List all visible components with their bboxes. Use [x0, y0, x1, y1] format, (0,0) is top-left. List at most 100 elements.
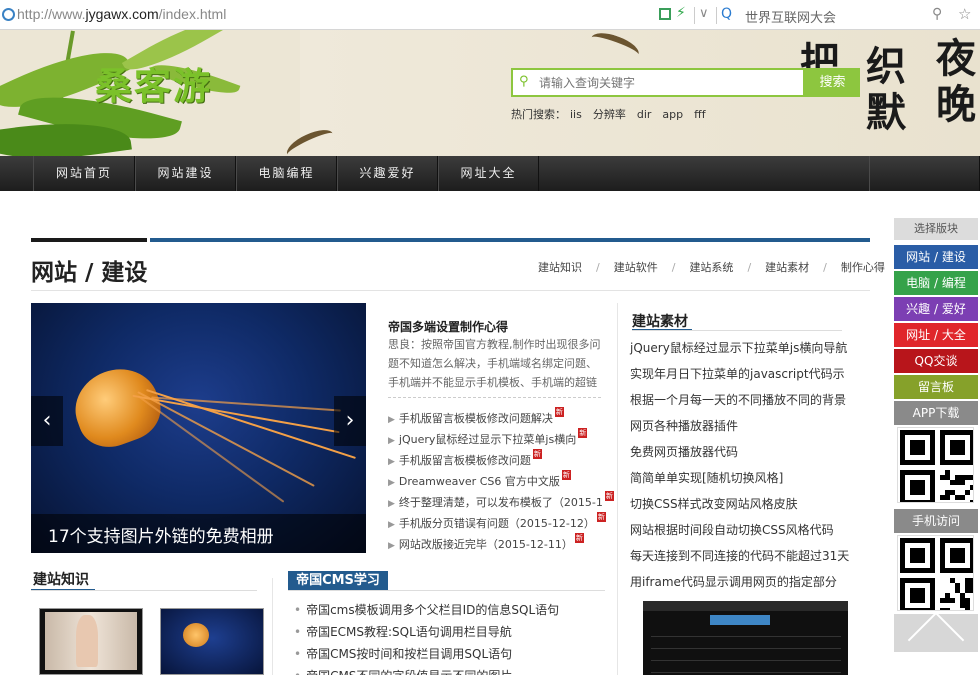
- article-link[interactable]: 手机版留言板模板修改问题解决: [399, 412, 553, 425]
- nav-item-programming[interactable]: 电脑编程: [236, 156, 337, 191]
- materials-link[interactable]: 用iframe代码显示调用网页的指定部分: [630, 573, 837, 590]
- cms-title[interactable]: 帝国CMS学习: [288, 571, 388, 591]
- subnav-link[interactable]: 建站软件: [614, 261, 658, 274]
- materials-link[interactable]: 简简单单实现[随机切换风格]: [630, 469, 783, 486]
- cms-list-item[interactable]: • 帝国CMS按时间和按栏目调用SQL语句: [294, 645, 512, 662]
- cms-link[interactable]: 帝国ECMS教程:SQL语句调用栏目导航: [306, 625, 512, 639]
- arrow-right-icon: ▶: [388, 520, 395, 530]
- app-qr-code[interactable]: [897, 427, 974, 503]
- divider: [694, 7, 695, 24]
- materials-link[interactable]: 免费网页播放器代码: [630, 443, 738, 460]
- lightning-icon[interactable]: ⚡: [676, 5, 686, 21]
- materials-title[interactable]: 建站素材: [632, 311, 688, 331]
- article-screenshot[interactable]: [643, 601, 848, 675]
- materials-link[interactable]: 根据一个月每一天的不同播放不同的背景: [630, 391, 846, 408]
- subnav-link[interactable]: 制作心得: [841, 261, 885, 274]
- cms-link[interactable]: 帝国CMS不同的字段值显示不同的图片: [306, 669, 512, 675]
- cms-list-item[interactable]: • 帝国CMS不同的字段值显示不同的图片: [294, 667, 512, 675]
- sidebar-btn-hobbies[interactable]: 兴趣 / 爱好: [894, 297, 978, 321]
- address-bar[interactable]: http://www.jygawx.com/index.html ⚡ ∨ Q 世…: [0, 0, 980, 30]
- arrow-right-icon: ▶: [388, 457, 395, 467]
- article-list-item[interactable]: ▶ 网站改版接近完毕（2015-12-11）新: [388, 533, 584, 552]
- sidebar-btn-web[interactable]: 网站 / 建设: [894, 245, 978, 269]
- hot-search-link[interactable]: app: [662, 108, 683, 121]
- site-logo[interactable]: 桑客游: [95, 56, 212, 110]
- article-link[interactable]: 手机版留言板模板修改问题: [399, 454, 531, 467]
- nav-item-hobbies[interactable]: 兴趣爱好: [337, 156, 438, 191]
- sidebar-btn-mobile[interactable]: 手机访问: [894, 509, 978, 533]
- chevron-down-icon[interactable]: ∨: [699, 6, 709, 21]
- hot-search-link[interactable]: 分辨率: [593, 108, 626, 121]
- sidebar-btn-guestbook[interactable]: 留言板: [894, 375, 978, 399]
- section-subnav: 建站知识 / 建站软件 / 建站系统 / 建站素材 / 制作心得: [538, 259, 885, 275]
- slide-caption[interactable]: 17个支持图片外链的免费相册: [48, 522, 274, 547]
- back-to-top-button[interactable]: [894, 611, 978, 669]
- article-list-item[interactable]: ▶ 手机版留言板模板修改问题解决新: [388, 407, 564, 426]
- image-slider[interactable]: ‹ › 17个支持图片外链的免费相册: [31, 303, 366, 553]
- article-list-item[interactable]: ▶ jQuery鼠标经过显示下拉菜单js横向新: [388, 428, 588, 447]
- mobile-qr-code[interactable]: [897, 535, 974, 611]
- nav-item-directory[interactable]: 网址大全: [438, 156, 539, 191]
- favorite-star-icon[interactable]: ☆: [958, 5, 971, 23]
- slider-prev-button[interactable]: ‹: [31, 396, 63, 446]
- article-link[interactable]: 手机版分页错误有问题（2015-12-12）: [399, 517, 595, 530]
- divider: [31, 290, 870, 291]
- search-button[interactable]: 搜索: [805, 68, 860, 97]
- screenshot-toolbar: [643, 601, 848, 611]
- sidebar-btn-app[interactable]: APP下载: [894, 401, 978, 425]
- cms-link[interactable]: 帝国cms模板调用多个父栏目ID的信息SQL语句: [306, 603, 559, 617]
- new-badge: 新: [596, 512, 606, 522]
- article-link[interactable]: 网站改版接近完毕（2015-12-11）: [399, 538, 573, 551]
- hot-search-link[interactable]: iis: [570, 108, 582, 121]
- article-list-item[interactable]: ▶ Dreamweaver CS6 官方中文版新: [388, 470, 571, 489]
- article-list-item[interactable]: ▶ 手机版分页错误有问题（2015-12-12）新: [388, 512, 606, 531]
- article-link[interactable]: Dreamweaver CS6 官方中文版: [399, 475, 560, 488]
- article-list-item[interactable]: ▶ 终于整理清楚，可以发布模板了（2015-1 新: [388, 491, 614, 510]
- article-link[interactable]: 终于整理清楚，可以发布模板了（2015-1: [399, 496, 603, 509]
- knowledge-thumbnail[interactable]: [160, 608, 264, 675]
- search-icon[interactable]: ⚲: [932, 6, 942, 22]
- materials-link[interactable]: 实现年月日下拉菜单的javascript代码示: [630, 365, 845, 382]
- qr-module: [970, 500, 973, 502]
- grid-icon[interactable]: [659, 8, 671, 20]
- sidebar-btn-qq[interactable]: QQ交谈: [894, 349, 978, 373]
- main-nav: 网站首页 网站建设 电脑编程 兴趣爱好 网址大全: [0, 156, 980, 191]
- thumbnail-jellyfish: [183, 623, 209, 647]
- search-input[interactable]: [539, 73, 799, 92]
- site-info-icon[interactable]: [2, 8, 15, 21]
- knowledge-title[interactable]: 建站知识: [33, 569, 89, 589]
- subnav-link[interactable]: 建站知识: [538, 261, 582, 274]
- article-list-item[interactable]: ▶ 手机版留言板模板修改问题新: [388, 449, 542, 468]
- cms-list-item[interactable]: • 帝国ECMS教程:SQL语句调用栏目导航: [294, 623, 512, 640]
- materials-link[interactable]: 网站根据时间段自动切换CSS风格代码: [630, 521, 834, 538]
- browser-search-hint[interactable]: 世界互联网大会: [745, 7, 836, 26]
- arrow-right-icon: ▶: [388, 478, 395, 488]
- slider-next-button[interactable]: ›: [334, 396, 366, 446]
- url-text[interactable]: http://www.jygawx.com/index.html: [17, 6, 226, 22]
- arrow-right-icon: ▶: [388, 499, 395, 509]
- subnav-link[interactable]: 建站素材: [765, 261, 809, 274]
- knowledge-thumbnail[interactable]: [39, 608, 143, 675]
- qr-module: [965, 490, 970, 495]
- materials-link[interactable]: jQuery鼠标经过显示下拉菜单js横向导航: [630, 339, 847, 356]
- subnav-link[interactable]: 建站系统: [689, 261, 733, 274]
- hot-search-link[interactable]: dir: [637, 108, 652, 121]
- featured-title[interactable]: 帝国多端设置制作心得: [388, 318, 508, 335]
- materials-link[interactable]: 切换CSS样式改变网站风格皮肤: [630, 495, 798, 512]
- cms-link[interactable]: 帝国CMS按时间和按栏目调用SQL语句: [306, 647, 512, 661]
- url-path: /index.html: [158, 6, 227, 22]
- calligraphy-char: 默: [866, 89, 906, 136]
- qr-module: [920, 558, 925, 563]
- qr-module: [920, 450, 925, 455]
- sidebar-btn-programming[interactable]: 电脑 / 编程: [894, 271, 978, 295]
- site-search-box[interactable]: ⚲: [511, 68, 805, 97]
- hot-search-link[interactable]: fff: [694, 108, 705, 121]
- materials-link[interactable]: 网页各种播放器插件: [630, 417, 738, 434]
- article-link[interactable]: jQuery鼠标经过显示下拉菜单js横向: [399, 433, 576, 446]
- thumbnail-figure: [76, 615, 98, 667]
- nav-item-home[interactable]: 网站首页: [33, 156, 135, 191]
- nav-item-web-building[interactable]: 网站建设: [135, 156, 236, 191]
- materials-link[interactable]: 每天连接到不同连接的代码不能超过31天: [630, 547, 849, 564]
- cms-list-item[interactable]: • 帝国cms模板调用多个父栏目ID的信息SQL语句: [294, 601, 559, 618]
- sidebar-btn-directory[interactable]: 网址 / 大全: [894, 323, 978, 347]
